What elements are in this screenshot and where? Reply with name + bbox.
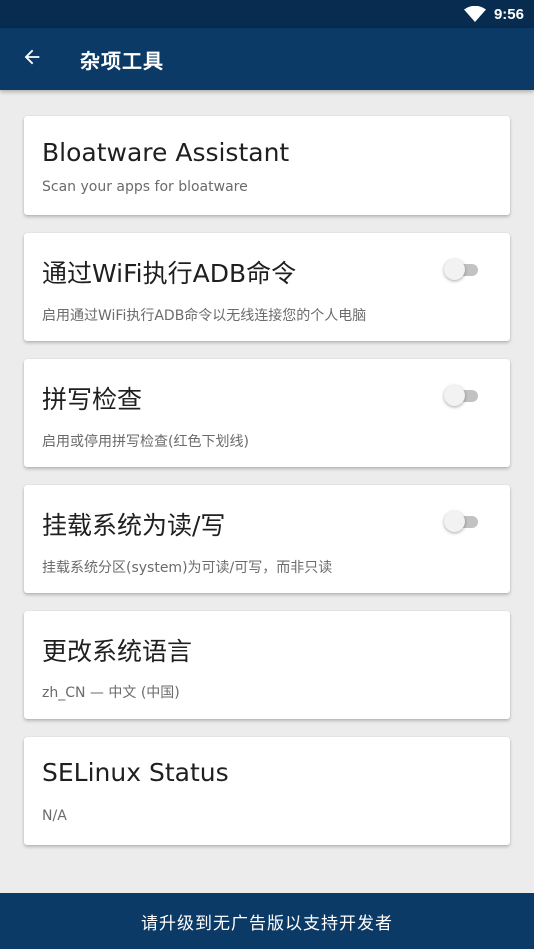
app-bar: 杂项工具 xyxy=(0,28,534,90)
card-title: 通过WiFi执行ADB命令 xyxy=(42,259,297,288)
card-title: 挂载系统为读/写 xyxy=(42,511,226,540)
card-subtitle: 启用通过WiFi执行ADB命令以无线连接您的个人电脑 xyxy=(42,308,367,324)
card-mount-system-rw[interactable]: 挂载系统为读/写 挂载系统分区(system)为可读/可写，而非只读 xyxy=(24,485,510,593)
clock: 9:56 xyxy=(493,5,524,23)
card-adb-over-wifi[interactable]: 通过WiFi执行ADB命令 启用通过WiFi执行ADB命令以无线连接您的个人电脑 xyxy=(24,233,510,341)
card-title: 拼写检查 xyxy=(42,385,143,414)
card-change-system-language[interactable]: 更改系统语言 zh_CN — 中文 (中国) xyxy=(24,611,510,719)
card-title: SELinux Status xyxy=(42,758,229,787)
page-title: 杂项工具 xyxy=(80,48,164,73)
card-subtitle: 启用或停用拼写检查(红色下划线) xyxy=(42,434,249,450)
mount-rw-toggle[interactable] xyxy=(444,509,480,533)
card-bloatware-assistant[interactable]: Bloatware Assistant Scan your apps for b… xyxy=(24,116,510,215)
card-title: Bloatware Assistant xyxy=(42,138,290,167)
status-bar: 9:56 xyxy=(0,0,534,28)
back-button[interactable] xyxy=(0,28,64,90)
card-selinux-status[interactable]: SELinux Status N/A xyxy=(24,737,510,845)
arrow-left-icon xyxy=(21,46,43,72)
wifi-icon xyxy=(463,5,486,22)
upgrade-banner-label: 请升级到无广告版以支持开发者 xyxy=(141,913,393,934)
spell-check-toggle[interactable] xyxy=(444,383,480,407)
card-spell-check[interactable]: 拼写检查 启用或停用拼写检查(红色下划线) xyxy=(24,359,510,467)
card-subtitle: N/A xyxy=(42,808,67,824)
card-subtitle: 挂载系统分区(system)为可读/可写，而非只读 xyxy=(42,560,333,576)
upgrade-banner-button[interactable]: 请升级到无广告版以支持开发者 xyxy=(0,893,534,949)
switch-thumb xyxy=(444,385,465,406)
switch-thumb xyxy=(444,511,465,532)
switch-thumb xyxy=(444,259,465,280)
adb-wifi-toggle[interactable] xyxy=(444,257,480,281)
card-subtitle: Scan your apps for bloatware xyxy=(42,179,248,195)
card-title: 更改系统语言 xyxy=(42,637,193,666)
card-subtitle: zh_CN — 中文 (中国) xyxy=(42,685,180,701)
